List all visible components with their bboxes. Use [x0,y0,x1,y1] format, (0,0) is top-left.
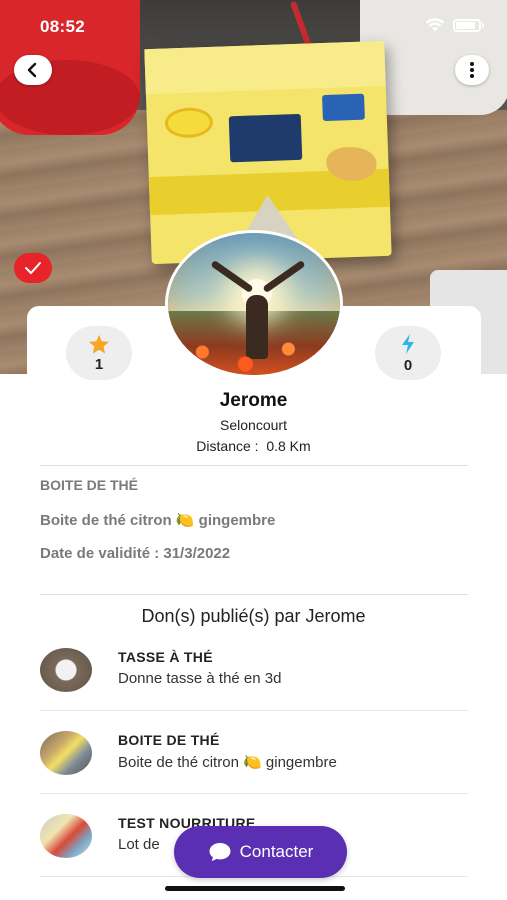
chat-bubble-icon [209,843,231,862]
status-time: 08:52 [40,17,85,36]
more-vertical-icon [470,62,474,78]
energy-count: 0 [403,356,413,374]
check-icon [25,262,41,274]
item-thumbnail [40,814,92,858]
divider [40,465,468,466]
list-item-description: Lot de [118,836,160,853]
item-description: Boite de thé citron 🍋 gingembre [40,512,276,529]
lightning-icon [402,333,414,354]
wifi-icon [425,18,445,32]
chevron-left-icon [27,62,37,78]
star-icon [89,334,109,354]
more-options-button[interactable] [455,55,489,85]
user-city: Seloncourt [220,417,287,433]
divider [40,710,468,711]
contact-button[interactable]: Contacter [174,826,347,878]
avatar[interactable] [165,230,343,378]
verified-badge [14,253,52,283]
list-item-description: Donne tasse à thé en 3d [118,670,282,687]
status-bar: 08:52 [0,0,507,52]
contact-button-label: Contacter [239,842,314,861]
list-item-description: Boite de thé citron 🍋 gingembre [118,754,337,771]
list-item[interactable]: TASSE À THÉ Donne tasse à thé en 3d [40,648,468,708]
item-thumbnail [40,648,92,692]
energy-stat: 0 [375,326,441,380]
user-distance: Distance : 0.8 Km [196,438,311,454]
stars-stat: 1 [66,326,132,380]
battery-level [456,21,475,29]
divider [40,793,468,794]
list-item-title: BOITE DE THÉ [118,732,220,748]
donations-title: Don(s) publié(s) par Jerome [141,606,366,626]
item-category: BOITE DE THÉ [40,477,139,493]
list-item[interactable]: BOITE DE THÉ Boite de thé citron 🍋 ginge… [40,731,468,791]
list-item-title: TASSE À THÉ [118,649,213,665]
item-thumbnail [40,731,92,775]
item-validity: Date de validité : 31/3/2022 [40,545,231,562]
home-indicator [165,886,345,891]
battery-icon [453,18,484,32]
back-button[interactable] [14,55,52,85]
divider [40,594,468,595]
user-name: Jerome [219,390,288,411]
stars-count: 1 [94,355,104,373]
